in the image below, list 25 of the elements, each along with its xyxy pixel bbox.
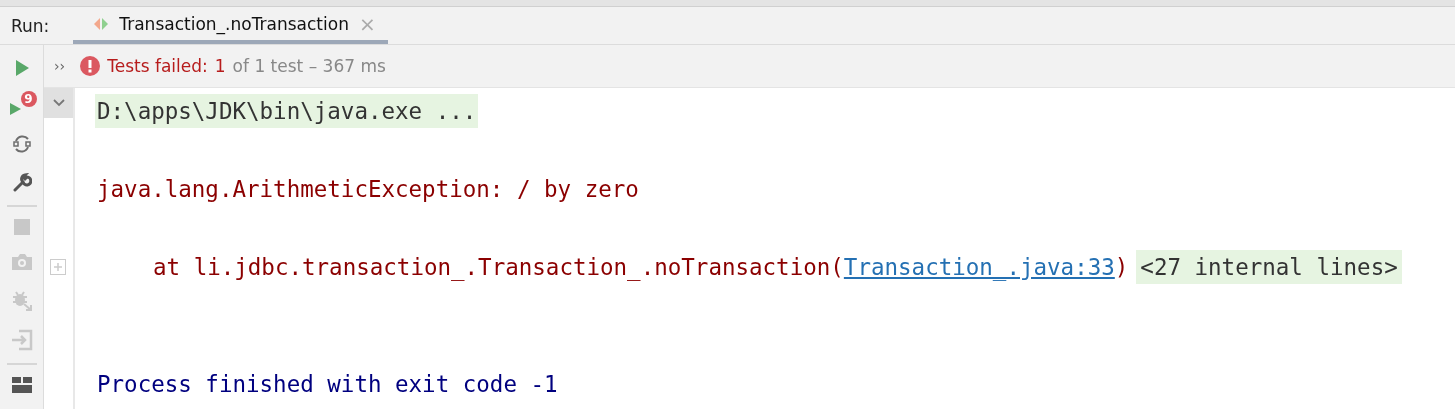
test-summary: of 1 test – 367 ms (232, 56, 386, 76)
stack-trace-line: at li.jdbc.transaction_.Transaction_.noTransaction( (153, 253, 844, 280)
layout-icon[interactable] (11, 377, 32, 393)
failed-count-badge: 9 (20, 91, 37, 107)
expand-button[interactable]: ›› (54, 58, 66, 74)
exception-message: java.lang.ArithmeticException: / by zero (97, 175, 639, 202)
wrench-icon[interactable] (11, 173, 32, 193)
stop-icon[interactable] (13, 219, 30, 235)
import-icon[interactable] (10, 329, 33, 351)
failed-count: 1 (214, 56, 226, 76)
source-link[interactable]: Transaction_.java:33 (843, 253, 1115, 280)
folded-lines[interactable]: <27 internal lines> (1136, 249, 1402, 284)
chevron-icon (51, 98, 66, 108)
camera-icon[interactable] (10, 253, 33, 271)
collapse-button[interactable] (44, 88, 73, 118)
tool-window-label: Run: (11, 15, 50, 36)
error-icon (80, 56, 101, 76)
sync-icon[interactable] (11, 133, 32, 155)
closing-paren: ) (1114, 253, 1129, 280)
expand-fold-icon[interactable] (50, 258, 66, 275)
rerun-failed-icon[interactable] (8, 101, 23, 115)
exit-message: Process finished with exit code -1 (97, 370, 558, 397)
tests-failed-label: Tests failed: (107, 56, 208, 76)
test-diamond-icon (93, 15, 110, 32)
bug-icon[interactable] (10, 289, 33, 311)
